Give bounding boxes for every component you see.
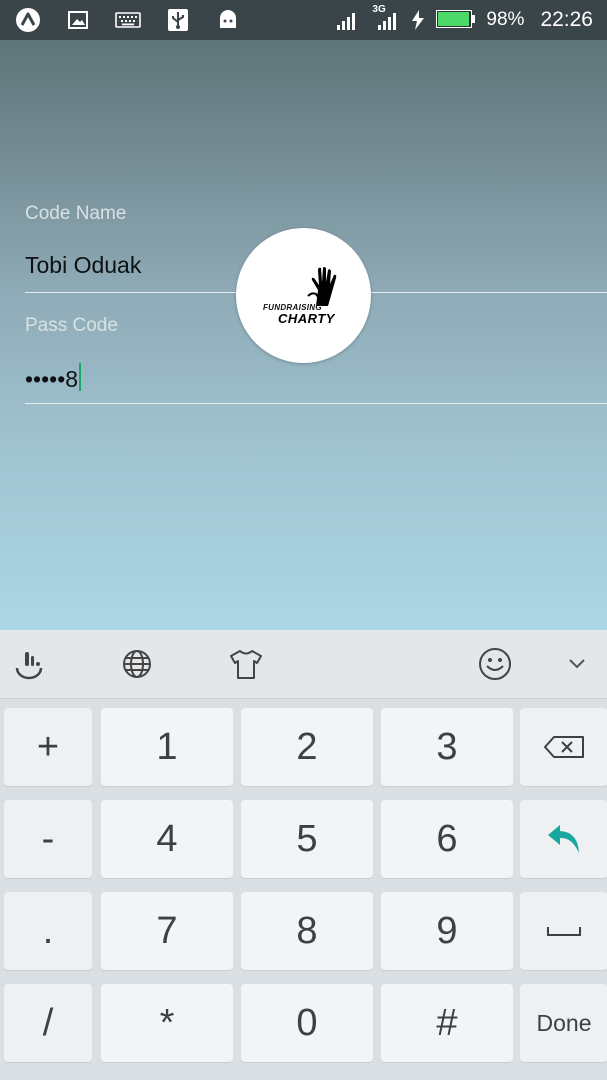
pass-code-label: Pass Code	[25, 315, 118, 336]
key-2[interactable]: 2	[241, 708, 373, 786]
space-key[interactable]	[520, 892, 607, 970]
signal-icon	[334, 6, 362, 34]
code-name-label: Code Name	[25, 203, 127, 224]
key-3[interactable]: 3	[381, 708, 513, 786]
key-plus[interactable]: +	[4, 708, 92, 786]
smiley-icon[interactable]	[475, 644, 515, 684]
touchpal-icon[interactable]	[10, 644, 50, 684]
status-bar: 3G 98% 22:26	[0, 0, 607, 40]
battery-percent: 98%	[486, 9, 525, 30]
charging-icon	[410, 6, 426, 34]
battery-level	[438, 12, 470, 26]
key-4[interactable]: 4	[101, 800, 233, 878]
backspace-key[interactable]	[520, 708, 607, 786]
key-period[interactable]: .	[4, 892, 92, 970]
key-1[interactable]: 1	[101, 708, 233, 786]
key-asterisk[interactable]: *	[101, 984, 233, 1062]
pass-code-underline	[25, 403, 607, 404]
backspace-icon	[544, 736, 584, 758]
key-8[interactable]: 8	[241, 892, 373, 970]
system-indicators: 3G 98% 22:26	[334, 0, 593, 40]
raised-hands-icon	[307, 267, 337, 306]
chevron-down-icon[interactable]	[557, 644, 597, 684]
globe-icon[interactable]	[117, 644, 157, 684]
app-launcher-icon	[14, 6, 42, 34]
notification-icons	[14, 6, 242, 34]
key-0[interactable]: 0	[241, 984, 373, 1062]
pass-code-input[interactable]: •••••8	[25, 363, 82, 393]
done-key[interactable]: Done	[520, 984, 607, 1062]
logo-text-charity: CHARTY	[278, 311, 335, 326]
key-5[interactable]: 5	[241, 800, 373, 878]
image-icon	[64, 6, 92, 34]
key-7[interactable]: 7	[101, 892, 233, 970]
key-6[interactable]: 6	[381, 800, 513, 878]
signal-3g-icon: 3G	[372, 4, 400, 34]
enter-key[interactable]	[520, 800, 607, 878]
space-icon	[547, 927, 581, 936]
key-9[interactable]: 9	[381, 892, 513, 970]
network-label: 3G	[372, 4, 386, 15]
numeric-keyboard: + 1 2 3 - 4 5 6 . 7 8 9 / * 0 # Done	[0, 630, 607, 1080]
key-slash[interactable]: /	[4, 984, 92, 1062]
enter-arrow-icon	[548, 825, 579, 853]
key-hash[interactable]: #	[381, 984, 513, 1062]
text-caret	[79, 363, 82, 391]
usb-icon	[164, 6, 192, 34]
key-minus[interactable]: -	[4, 800, 92, 878]
keyboard-toolbar	[0, 630, 607, 699]
clock: 22:26	[540, 8, 593, 31]
battery-icon	[436, 10, 476, 30]
charity-logo: FUNDRAISING CHARTY	[236, 228, 371, 363]
code-name-input[interactable]: Tobi Oduak	[25, 252, 141, 279]
login-screen: Code Name Tobi Oduak Pass Code •••••8 FU…	[0, 40, 607, 630]
keyboard-icon	[114, 6, 142, 34]
android-debug-icon	[214, 6, 242, 34]
tshirt-icon[interactable]	[226, 644, 266, 684]
pass-code-value: •••••8	[25, 366, 79, 392]
